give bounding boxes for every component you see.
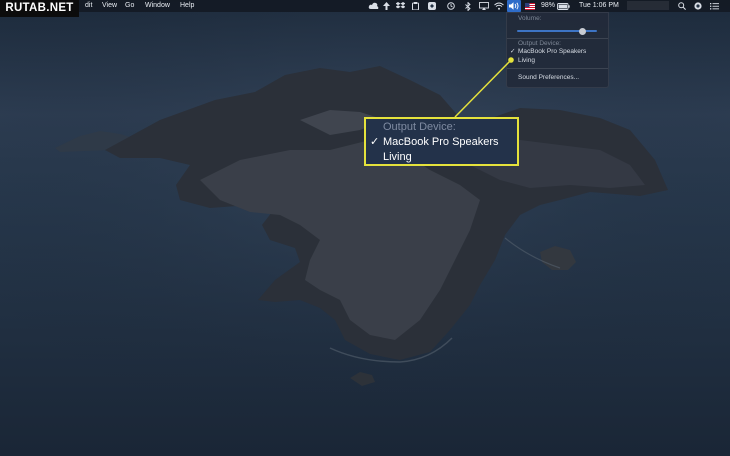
volume-label: Volume:	[518, 15, 542, 22]
menu-go[interactable]: Go	[125, 1, 134, 11]
clipboard-icon[interactable]	[411, 1, 420, 11]
callout-device-living: Living	[383, 151, 412, 163]
time-machine-icon[interactable]	[446, 1, 455, 11]
menu-separator	[507, 68, 608, 69]
callout-output-label: Output Device:	[383, 121, 456, 133]
zoom-callout: Output Device: ✓ MacBook Pro Speakers Li…	[364, 117, 519, 166]
bluetooth-icon[interactable]	[464, 1, 472, 11]
menu-separator	[507, 38, 608, 39]
list-icon[interactable]	[709, 1, 719, 11]
search-icon[interactable]	[677, 1, 687, 11]
battery-icon[interactable]	[556, 1, 570, 11]
callout-checkmark-icon: ✓	[370, 136, 380, 148]
menu-window[interactable]: Window	[145, 1, 170, 11]
airplay-icon[interactable]	[478, 1, 489, 11]
upload-icon[interactable]	[382, 1, 391, 11]
callout-device-macbook: MacBook Pro Speakers	[383, 136, 499, 148]
output-device-label: Output Device:	[518, 40, 561, 47]
checkmark-icon: ✓	[510, 48, 516, 55]
sound-preferences-item[interactable]: Sound Preferences...	[518, 74, 579, 82]
desktop-wallpaper	[0, 0, 730, 456]
menu-view[interactable]: View	[102, 1, 117, 11]
volume-slider-knob[interactable]	[579, 27, 587, 35]
app-icon[interactable]	[427, 1, 436, 11]
volume-slider[interactable]	[517, 27, 597, 35]
device-living[interactable]: Living	[518, 57, 535, 65]
watermark-logo: RUTAB.NET	[0, 0, 79, 17]
dropbox-icon[interactable]	[395, 1, 405, 11]
us-flag-icon[interactable]	[524, 1, 535, 11]
clock[interactable]: Tue 1:06 PM	[579, 1, 619, 11]
battery-percent: 98%	[541, 2, 556, 9]
volume-icon[interactable]	[507, 0, 521, 12]
cloud-icon[interactable]	[367, 1, 379, 11]
menu-help[interactable]: Help	[180, 1, 194, 11]
sound-menu: Volume: Output Device: ✓ MacBook Pro Spe…	[506, 12, 609, 88]
menu-bar: dit View Go Window Help 98% Tue 1:06 PM	[0, 0, 730, 12]
menu-edit[interactable]: dit	[85, 1, 92, 11]
wifi-icon[interactable]	[493, 1, 504, 11]
siri-icon[interactable]	[693, 1, 703, 11]
device-macbook-speakers[interactable]: MacBook Pro Speakers	[518, 48, 586, 56]
user-name-redacted[interactable]	[627, 1, 669, 10]
